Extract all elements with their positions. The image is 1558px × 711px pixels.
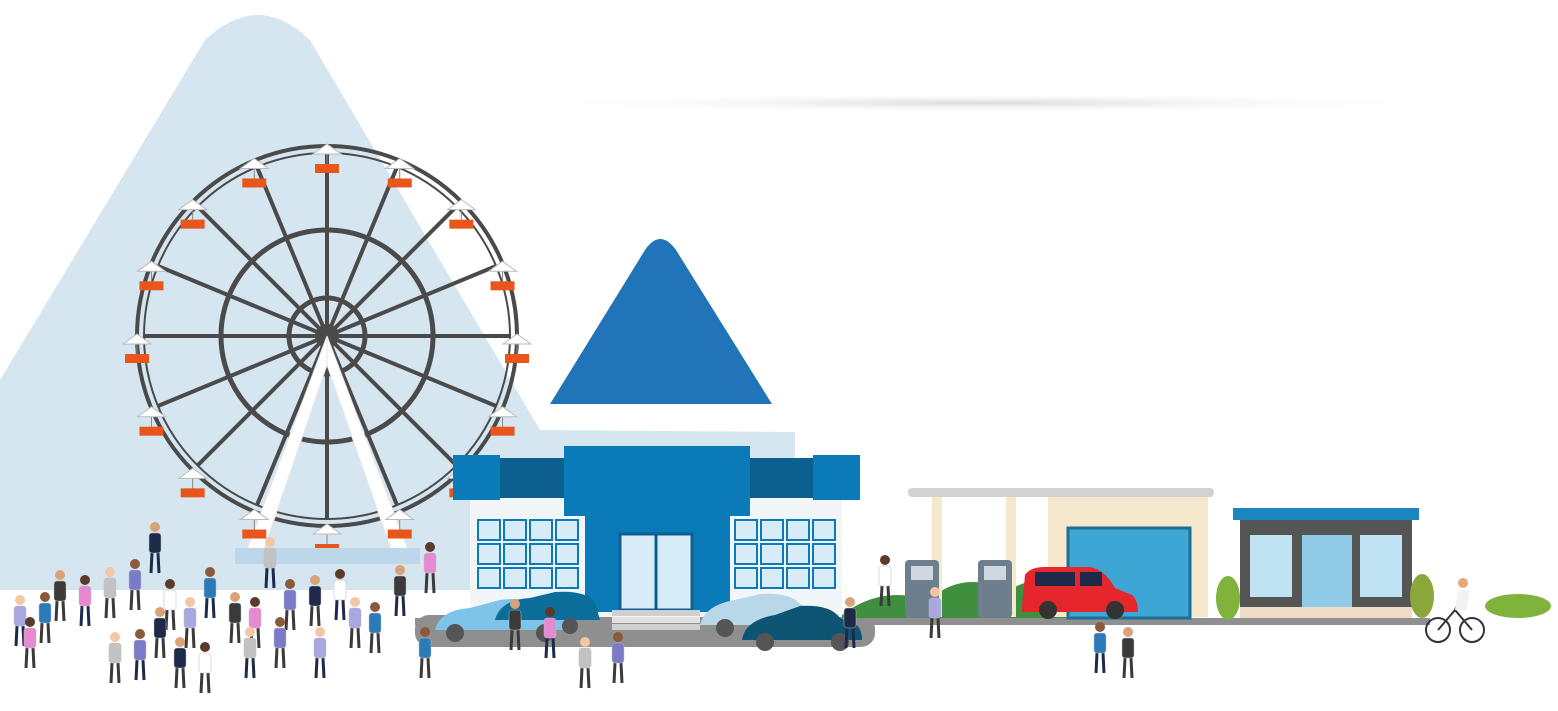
building-window xyxy=(555,567,579,589)
building-window xyxy=(529,543,553,565)
cyclist xyxy=(1425,578,1485,643)
person xyxy=(313,627,327,679)
person xyxy=(203,567,217,619)
building-window xyxy=(760,519,784,541)
person xyxy=(1121,627,1135,679)
person xyxy=(543,607,557,659)
person xyxy=(23,617,37,669)
person xyxy=(393,565,407,617)
building-window xyxy=(734,567,758,589)
building-window xyxy=(477,567,501,589)
person xyxy=(333,569,347,621)
building-window xyxy=(760,567,784,589)
building-window xyxy=(786,567,810,589)
person xyxy=(38,592,52,644)
person xyxy=(53,570,67,622)
building-window xyxy=(760,543,784,565)
city-scene-illustration xyxy=(0,15,1551,694)
building-window xyxy=(529,519,553,541)
cloud-shadow xyxy=(515,93,1455,113)
person xyxy=(368,602,382,654)
person xyxy=(418,627,432,679)
person xyxy=(228,592,242,644)
person xyxy=(1093,622,1107,674)
person xyxy=(153,607,167,659)
bush xyxy=(1216,576,1240,620)
person xyxy=(198,642,212,694)
building-window xyxy=(477,519,501,541)
building-window xyxy=(812,543,836,565)
building-window xyxy=(812,567,836,589)
person xyxy=(348,597,362,649)
building-window xyxy=(555,519,579,541)
building-window xyxy=(812,519,836,541)
building-window xyxy=(555,543,579,565)
bush xyxy=(1410,574,1434,618)
boutique-shop xyxy=(1233,508,1419,618)
building-window xyxy=(477,543,501,565)
building-window xyxy=(786,543,810,565)
person xyxy=(78,575,92,627)
bush xyxy=(1485,594,1551,618)
person xyxy=(128,559,142,611)
person xyxy=(273,617,287,669)
building-window xyxy=(503,543,527,565)
building-window xyxy=(503,519,527,541)
person xyxy=(108,632,122,684)
building-window xyxy=(734,519,758,541)
building-window xyxy=(786,519,810,541)
person xyxy=(308,575,322,627)
person xyxy=(928,587,942,639)
person xyxy=(283,579,297,631)
gondola xyxy=(501,333,533,363)
person xyxy=(243,627,257,679)
person xyxy=(103,567,117,619)
person xyxy=(578,637,592,689)
person xyxy=(133,629,147,681)
pyramid-roof xyxy=(550,239,772,404)
person xyxy=(183,597,197,649)
building-window xyxy=(503,567,527,589)
building-window xyxy=(529,567,553,589)
building-window xyxy=(734,543,758,565)
person xyxy=(173,637,187,689)
person xyxy=(611,632,625,684)
fuel-pump-2 xyxy=(978,560,1012,618)
